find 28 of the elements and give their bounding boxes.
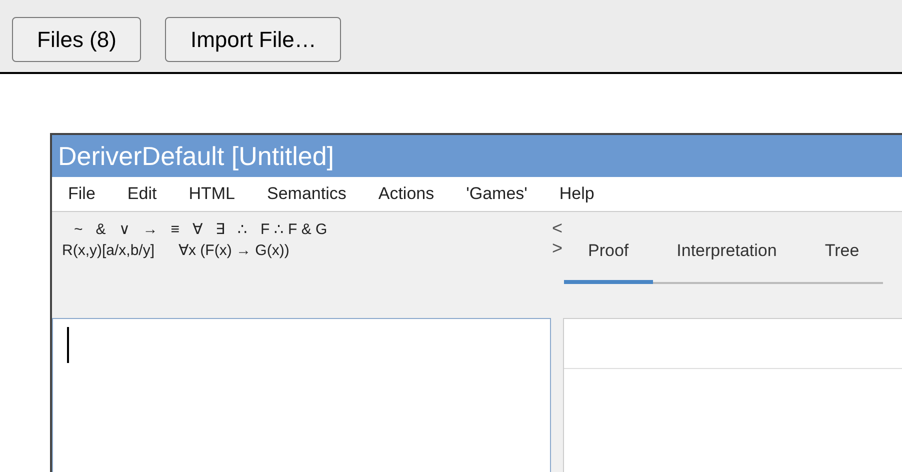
- menu-item[interactable]: 'Games': [466, 181, 528, 207]
- symbol-button[interactable]: ∀: [192, 220, 203, 240]
- tab[interactable]: Tree: [800, 222, 884, 284]
- symbol-button[interactable]: ∃: [216, 220, 225, 240]
- symbol-button[interactable]: ∨: [118, 220, 130, 240]
- menu-item[interactable]: Help: [559, 181, 594, 207]
- symbol-button[interactable]: ≡: [170, 220, 180, 240]
- window-title: DeriverDefault [Untitled]: [52, 135, 902, 177]
- formula-example[interactable]: ∀x (F(x) → G(x)): [178, 240, 290, 262]
- menu-item[interactable]: HTML: [188, 181, 235, 207]
- scroll-right-button[interactable]: >: [552, 238, 564, 258]
- symbol-button[interactable]: →: [142, 220, 158, 240]
- menu-item[interactable]: Semantics: [266, 181, 346, 207]
- menu-item[interactable]: Edit: [127, 181, 157, 207]
- text-editor[interactable]: [52, 318, 551, 472]
- symbol-button[interactable]: F ∴ F & G: [260, 220, 328, 240]
- menu-item[interactable]: Actions: [378, 181, 434, 207]
- formula-example[interactable]: R(x,y)[a/x,b/y]: [62, 240, 155, 262]
- symbol-button[interactable]: ∴: [238, 220, 248, 240]
- tab[interactable]: Proof: [564, 222, 653, 284]
- toolbar-button[interactable]: Import File…: [165, 17, 342, 62]
- toolbar-button[interactable]: Files (8): [12, 17, 142, 62]
- menu-item[interactable]: File: [68, 181, 96, 207]
- symbol-button[interactable]: ~: [74, 220, 83, 240]
- scroll-left-button[interactable]: <: [552, 218, 564, 238]
- text-cursor: [67, 327, 69, 363]
- symbol-button[interactable]: &: [96, 220, 106, 240]
- tab[interactable]: Interpretation: [652, 222, 801, 284]
